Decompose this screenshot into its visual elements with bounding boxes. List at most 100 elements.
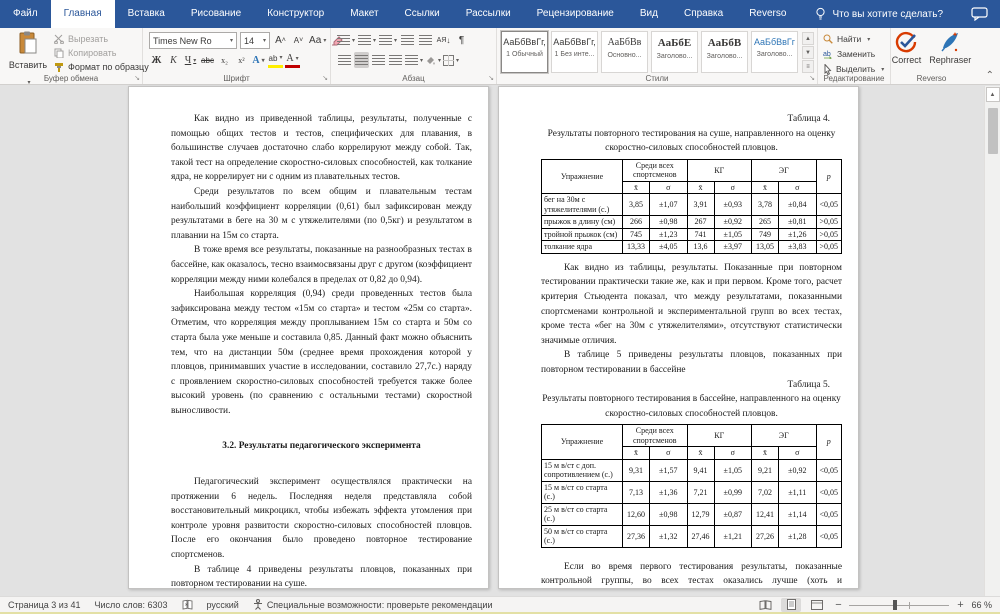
styles-scroll-down-icon[interactable]: ▼ bbox=[802, 46, 814, 59]
paste-button[interactable]: Вставить bbox=[6, 31, 50, 79]
ribbon-tab-bar: Файл Главная Вставка Рисование Конструкт… bbox=[0, 0, 1000, 28]
tab-mailings[interactable]: Рассылки bbox=[453, 0, 524, 28]
align-center-button[interactable] bbox=[354, 52, 369, 68]
web-layout-button[interactable] bbox=[807, 598, 827, 612]
zoom-slider-thumb[interactable] bbox=[893, 599, 898, 610]
dialog-launcher-icon[interactable]: ↘ bbox=[134, 75, 140, 82]
zoom-level[interactable]: 66 % bbox=[971, 600, 992, 610]
style-heading2[interactable]: АаБбВ Заголово... bbox=[701, 31, 748, 73]
scrollbar-thumb[interactable] bbox=[987, 108, 998, 154]
table-cell: 15 м в/ст с доп. сопротивлением (с.) bbox=[541, 458, 623, 482]
table-subheader: σ bbox=[649, 180, 688, 195]
highlight-color-button[interactable]: ab bbox=[268, 52, 283, 68]
decrease-indent-button[interactable] bbox=[400, 32, 415, 48]
tab-home[interactable]: Главная bbox=[50, 0, 115, 28]
line-spacing-button[interactable] bbox=[405, 52, 423, 68]
table4-caption: Результаты повторного тестирования на су… bbox=[547, 128, 836, 154]
zoom-in-button[interactable]: + bbox=[955, 599, 965, 611]
font-name-combo[interactable]: Times New Ro bbox=[149, 32, 237, 49]
page-indicator[interactable]: Страница 3 из 41 bbox=[8, 600, 80, 610]
tab-references[interactable]: Ссылки bbox=[392, 0, 453, 28]
style-no-spacing[interactable]: АаБбВвГг, 1 Без инте... bbox=[551, 31, 598, 73]
copy-button[interactable]: Копировать bbox=[54, 46, 149, 60]
tab-review[interactable]: Рецензирование bbox=[524, 0, 627, 28]
tab-help[interactable]: Справка bbox=[671, 0, 736, 28]
find-button[interactable]: Найти bbox=[823, 32, 884, 46]
tell-me-search[interactable]: Что вы хотите сделать? bbox=[815, 0, 943, 28]
vertical-scrollbar[interactable]: ▲ bbox=[984, 86, 1000, 596]
sort-button[interactable]: АЯ bbox=[436, 32, 451, 48]
text-effects-button[interactable]: А bbox=[251, 52, 266, 68]
table-cell: 9,31 bbox=[622, 458, 650, 482]
style-heading3[interactable]: АаБбВвГг Заголово... bbox=[751, 31, 798, 73]
italic-button[interactable]: К bbox=[166, 52, 181, 68]
reverso-correct-button[interactable]: Correct bbox=[892, 30, 921, 65]
print-layout-button[interactable] bbox=[781, 597, 802, 612]
indent-icon bbox=[419, 35, 433, 45]
replace-icon: ab bbox=[823, 51, 833, 59]
accessibility-status[interactable]: Специальные возможности: проверьте реком… bbox=[253, 599, 493, 610]
tab-insert[interactable]: Вставка bbox=[115, 0, 178, 28]
left-page-bottom-paragraphs: Педагогический эксперимент осуществлялся… bbox=[171, 475, 472, 588]
shading-button[interactable] bbox=[425, 52, 441, 68]
word-count[interactable]: Число слов: 6303 bbox=[94, 600, 167, 610]
read-mode-icon bbox=[759, 599, 772, 610]
underline-button[interactable]: Ч bbox=[183, 52, 198, 68]
paragraph: Педагогический эксперимент осуществлялся… bbox=[171, 477, 472, 561]
tab-file[interactable]: Файл bbox=[0, 0, 51, 28]
style-heading1[interactable]: АаБбЕ Заголово... bbox=[651, 31, 698, 73]
numbering-button[interactable] bbox=[358, 32, 376, 48]
tab-layout[interactable]: Макет bbox=[337, 0, 391, 28]
increase-indent-button[interactable] bbox=[418, 32, 433, 48]
paragraph: Если во время первого тестирования резул… bbox=[541, 561, 842, 587]
style-body[interactable]: АаБбВв Основно... bbox=[601, 31, 648, 73]
table-header: Среди всех спортсменов bbox=[622, 424, 688, 448]
page-left[interactable]: Как видно из приведенной таблицы, резуль… bbox=[128, 86, 489, 589]
read-mode-button[interactable] bbox=[755, 598, 775, 612]
justify-button[interactable] bbox=[388, 52, 403, 68]
multilevel-list-button[interactable] bbox=[379, 32, 397, 48]
tab-reverso[interactable]: Reverso bbox=[736, 0, 799, 28]
style-normal[interactable]: АаБбВвГг, 1 Обычный bbox=[501, 31, 548, 73]
subscript-button[interactable]: x₂ bbox=[217, 52, 232, 68]
shrink-font-button[interactable]: А bbox=[291, 33, 306, 49]
font-color-button[interactable]: А bbox=[285, 52, 300, 68]
proofing-status[interactable] bbox=[182, 599, 193, 610]
superscript-button[interactable]: x² bbox=[234, 52, 249, 68]
show-marks-button[interactable]: ¶ bbox=[454, 32, 469, 48]
table-cell: <0,05 bbox=[815, 458, 842, 482]
align-right-button[interactable] bbox=[371, 52, 386, 68]
borders-button[interactable] bbox=[443, 52, 459, 68]
cut-button[interactable]: Вырезать bbox=[54, 32, 149, 46]
collapse-ribbon-icon[interactable]: ⌃ bbox=[986, 70, 994, 81]
paragraph: Наибольшая корреляция (0,94) среди прове… bbox=[171, 289, 472, 416]
page-right[interactable]: Таблица 4. Результаты повторного тестиро… bbox=[498, 86, 859, 589]
grow-font-button[interactable]: А bbox=[273, 33, 288, 49]
zoom-slider[interactable] bbox=[849, 598, 950, 612]
tab-view[interactable]: Вид bbox=[627, 0, 671, 28]
scroll-up-icon[interactable]: ▲ bbox=[985, 87, 1000, 102]
tab-draw[interactable]: Рисование bbox=[178, 0, 254, 28]
align-left-button[interactable] bbox=[337, 52, 352, 68]
reverso-rephraser-button[interactable]: Rephraser bbox=[929, 30, 971, 65]
tab-design[interactable]: Конструктор bbox=[254, 0, 337, 28]
strikethrough-button[interactable]: abc bbox=[200, 52, 215, 68]
table-cell: 13,05 bbox=[751, 240, 779, 254]
replace-button[interactable]: ab Заменить bbox=[823, 47, 884, 61]
dialog-launcher-icon[interactable]: ↘ bbox=[488, 75, 494, 82]
change-case-button[interactable]: Аа bbox=[309, 33, 326, 49]
dialog-launcher-icon[interactable]: ↘ bbox=[322, 75, 328, 82]
bullets-button[interactable] bbox=[337, 32, 355, 48]
comments-icon[interactable] bbox=[971, 7, 988, 26]
styles-scroll-up-icon[interactable]: ▲ bbox=[802, 32, 814, 45]
font-size-combo[interactable]: 14 bbox=[240, 32, 270, 49]
table-cell: >0,05 bbox=[815, 240, 842, 254]
table-subheader: σ bbox=[713, 446, 752, 460]
zoom-out-button[interactable]: − bbox=[833, 599, 843, 611]
find-label: Найти bbox=[837, 34, 862, 44]
bold-button[interactable]: Ж bbox=[149, 52, 164, 68]
dialog-launcher-icon[interactable]: ↘ bbox=[809, 75, 815, 82]
language-indicator[interactable]: русский bbox=[207, 600, 239, 610]
format-painter-button[interactable]: Формат по образцу bbox=[54, 60, 149, 74]
styles-more-icon[interactable]: ≡ bbox=[802, 60, 814, 73]
